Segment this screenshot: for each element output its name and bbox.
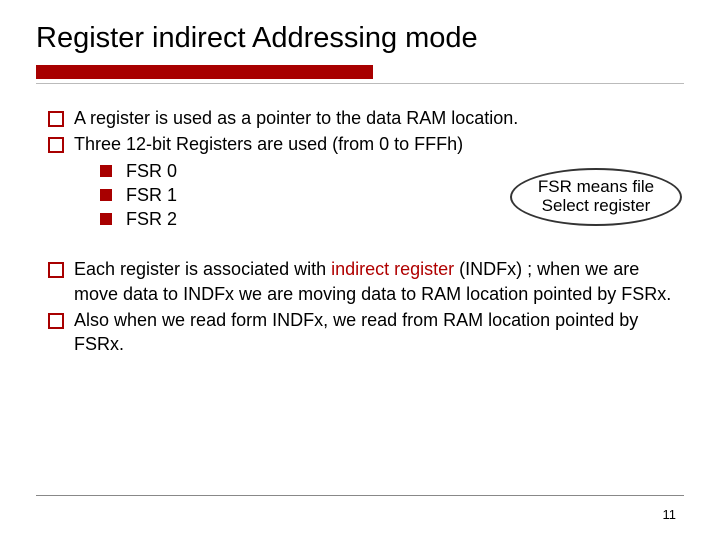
slide-content: A register is used as a pointer to the d… bbox=[36, 84, 684, 357]
bullet-text-red: indirect register bbox=[331, 259, 454, 279]
bullet-item: Each register is associated with indirec… bbox=[48, 257, 684, 306]
callout-oval: FSR means file Select register bbox=[510, 168, 682, 226]
title-accent-bar bbox=[36, 65, 373, 79]
bullet-text-pre: Each register is associated with bbox=[74, 259, 331, 279]
callout-line: Select register bbox=[542, 196, 651, 215]
page-number: 11 bbox=[663, 507, 677, 522]
footer-divider bbox=[36, 495, 684, 496]
bullet-item: Also when we read form INDFx, we read fr… bbox=[48, 308, 684, 357]
slide-title: Register indirect Addressing mode bbox=[36, 22, 684, 55]
callout-line: FSR means file bbox=[538, 177, 654, 196]
bullet-text: Three 12-bit Registers are used (from 0 … bbox=[74, 134, 463, 154]
bullet-item: A register is used as a pointer to the d… bbox=[48, 106, 684, 130]
